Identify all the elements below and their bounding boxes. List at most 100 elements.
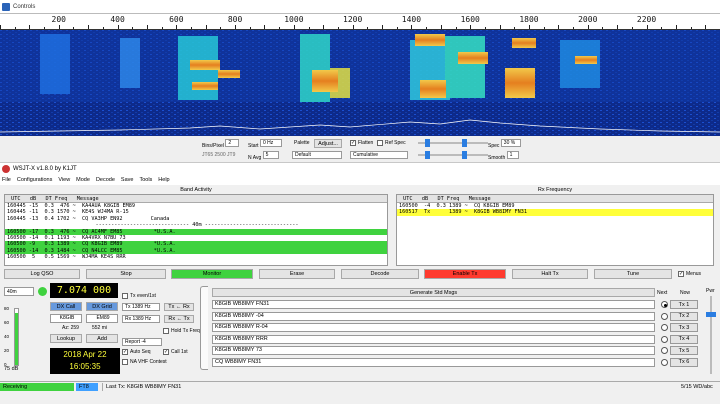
decode-row[interactable]: 160500 5 0.5 1569 ~ WJ4MA KE4S RRR (5, 254, 387, 260)
spec-gain-thumb[interactable] (425, 151, 430, 159)
tx-message-field[interactable]: K8GIB WB8IMY FN31 (212, 300, 655, 309)
rx-frequency-panel[interactable]: UTC dB DT Freq Message 160500 -4 0.3 138… (396, 194, 714, 266)
rx-frequency-header: UTC dB DT Freq Message (397, 195, 713, 203)
zero-slider-thumb[interactable] (462, 139, 467, 147)
menu-bar: File Configurations View Mode Decode Save Tool… (0, 175, 720, 185)
tune-button[interactable]: Tune (594, 269, 672, 279)
flatten-checkbox[interactable]: ✓ Flatten (350, 139, 373, 147)
scale-tick (440, 25, 442, 29)
ref-spec-checkbox[interactable]: Ref Spec (377, 139, 406, 147)
spectrum-type-select[interactable]: Cumulative (350, 151, 408, 159)
tx-freq-spinbox[interactable]: Tx 1389 Hz (122, 303, 160, 311)
scale-tick (514, 27, 516, 29)
report-spinbox[interactable]: Report -4 (122, 338, 162, 346)
next-radio[interactable] (661, 301, 668, 308)
next-radio[interactable] (661, 347, 668, 354)
smooth-spinbox[interactable]: Smooth 1 (488, 151, 519, 162)
tx-even-checkbox[interactable]: Tx even/1st (122, 292, 156, 300)
scale-label: 1200 (343, 15, 363, 24)
hold-tx-freq-checkbox[interactable]: Hold Tx Freq (163, 327, 200, 335)
scale-tick (631, 27, 633, 29)
log-qso-button[interactable]: Log QSO (4, 269, 80, 279)
dx-grid-input[interactable]: EM89 (86, 314, 118, 323)
tx-now-button[interactable]: Tx 2 (670, 311, 698, 321)
scale-tick (690, 27, 692, 29)
lookup-button[interactable]: Lookup (50, 334, 82, 343)
message-tabs[interactable] (200, 286, 208, 370)
start-spinbox[interactable]: Start 0 Hz (248, 139, 282, 150)
monitor-button[interactable]: Monitor (171, 269, 253, 279)
tx-from-rx-button[interactable]: Tx ← Rx (164, 303, 194, 311)
scale-tick (29, 25, 31, 29)
scale-label: 1800 (519, 15, 539, 24)
waterfall-display[interactable] (0, 30, 720, 136)
tx-message-field[interactable]: K8GIB WB8IMY 73 (212, 346, 655, 355)
tx-message-field[interactable]: K8GIB WB8IMY -04 (212, 311, 655, 321)
menu-view[interactable]: View (58, 177, 70, 183)
level-db-label: 75 dB (4, 366, 19, 372)
decode-button[interactable]: Decode (341, 269, 419, 279)
spec-spinbox[interactable]: Spec 30 % (488, 139, 521, 150)
menu-mode[interactable]: Mode (76, 177, 90, 183)
status-receiving: Receiving (0, 383, 74, 391)
next-radio[interactable] (661, 358, 668, 366)
menu-save[interactable]: Save (121, 177, 134, 183)
scale-label: 800 (227, 15, 243, 24)
palette-select[interactable]: Default (292, 151, 342, 159)
generate-std-msgs-button[interactable]: Generate Std Msgs (212, 288, 655, 297)
na-vhf-contest-checkbox[interactable]: NA VHF Contest (122, 358, 167, 366)
menus-checkbox[interactable]: ✓ Menus (678, 270, 701, 278)
scale-tick (705, 25, 707, 29)
palette-adjust-button[interactable]: Adjust... (314, 139, 342, 148)
smooth-value: 1 (506, 151, 519, 159)
auto-seq-checkbox[interactable]: ✓ Auto Seq (122, 348, 151, 356)
menu-file[interactable]: File (2, 177, 11, 183)
power-slider-thumb[interactable] (706, 312, 716, 317)
dx-grid-button[interactable]: DX Grid (86, 302, 118, 311)
tx-now-button[interactable]: Tx 1 (670, 300, 698, 309)
add-button[interactable]: Add (86, 334, 118, 343)
rx-freq-spinbox[interactable]: Rx 1389 Hz (122, 315, 160, 323)
erase-button[interactable]: Erase (259, 269, 335, 279)
spec-zero-thumb[interactable] (462, 151, 467, 159)
menu-tools[interactable]: Tools (139, 177, 152, 183)
band-select[interactable]: 40m (4, 287, 34, 296)
power-slider-track[interactable] (710, 296, 712, 374)
scale-tick (235, 25, 237, 29)
tx-now-button[interactable]: Tx 6 (670, 357, 698, 367)
gain-slider-thumb[interactable] (425, 139, 430, 147)
menu-configurations[interactable]: Configurations (17, 177, 52, 183)
dx-call-button[interactable]: DX Call (50, 302, 82, 311)
call-1st-checkbox[interactable]: ✓ Call 1st (163, 348, 188, 356)
app-title: WSJT-X v1.8.0 by K1JT (13, 166, 77, 172)
scale-tick (396, 27, 398, 29)
scale-tick (499, 25, 501, 29)
next-radio[interactable] (661, 335, 668, 343)
scale-tick (191, 27, 193, 29)
tx-message-field[interactable]: K8GIB WB8IMY R-04 (212, 323, 655, 332)
scale-tick (484, 27, 486, 29)
azimuth-label: Az: 259 (62, 325, 79, 331)
main-titlebar: WSJT-X v1.8.0 by K1JT (0, 163, 720, 175)
halt-tx-button[interactable]: Halt Tx (512, 269, 588, 279)
decode-row[interactable]: 160517 Tx 1389 ~ K8GIB WB8IMY FN31 (397, 209, 713, 216)
band-activity-panel[interactable]: UTC dB DT Freq Message 160445 -15 0.3 47… (4, 194, 388, 266)
tx-now-button[interactable]: Tx 3 (670, 323, 698, 332)
navg-label: N Avg (248, 155, 262, 161)
menu-decode[interactable]: Decode (96, 177, 115, 183)
enable-tx-button[interactable]: Enable Tx (424, 269, 506, 279)
level-meter-fill (15, 312, 18, 365)
tx-message-field[interactable]: CQ WB8IMY FN31 (212, 357, 655, 367)
stop-button[interactable]: Stop (86, 269, 166, 279)
dx-call-input[interactable]: K8GIB (50, 314, 82, 323)
rx-from-tx-button[interactable]: Rx ← Tx (164, 315, 194, 323)
bins-per-pixel-spinbox[interactable]: Bins/Pixel 2 (202, 139, 240, 150)
navg-spinbox[interactable]: N Avg 5 (248, 151, 279, 162)
next-radio[interactable] (661, 324, 668, 331)
scale-tick (161, 27, 163, 29)
tx-now-button[interactable]: Tx 4 (670, 334, 698, 344)
tx-now-button[interactable]: Tx 5 (670, 346, 698, 355)
menu-help[interactable]: Help (158, 177, 169, 183)
next-radio[interactable] (661, 312, 668, 320)
tx-message-field[interactable]: K8GIB WB8IMY RRR (212, 334, 655, 344)
